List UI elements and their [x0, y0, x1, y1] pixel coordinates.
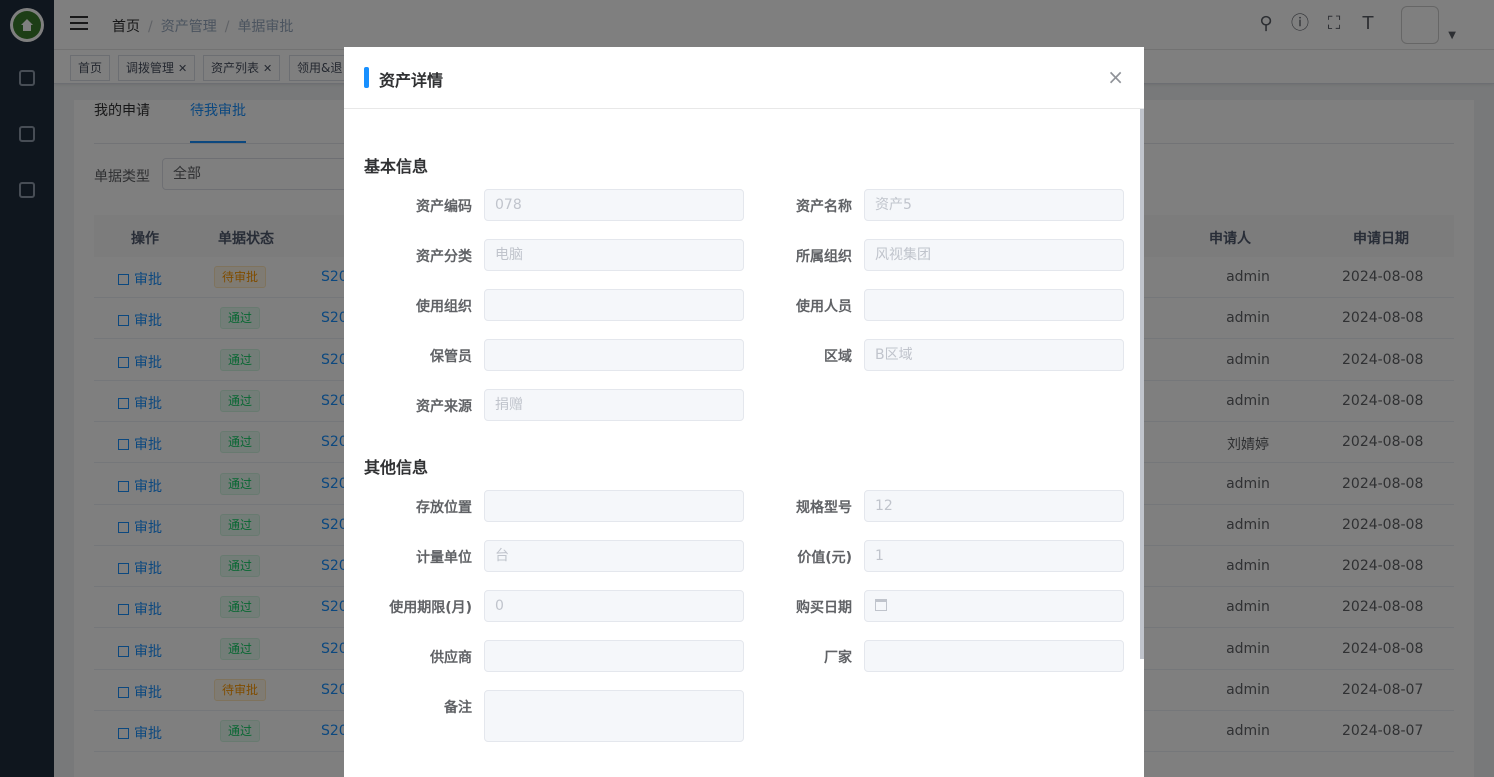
calendar-icon: [875, 599, 887, 611]
manufacturer-field[interactable]: [864, 640, 1124, 672]
location-field[interactable]: [484, 490, 744, 522]
custodian-field[interactable]: [484, 339, 744, 371]
asset-code-field[interactable]: 078: [484, 189, 744, 221]
value-field[interactable]: 1: [864, 540, 1124, 572]
asset-detail-dialog: 资产详情 × 基本信息 资产编码 078 资产名称 资产5 资产分类 电脑 所属…: [344, 47, 1144, 777]
use-org-field[interactable]: [484, 289, 744, 321]
region-field[interactable]: B区域: [864, 339, 1124, 371]
basic-info-heading: 基本信息: [364, 157, 429, 176]
remark-textarea[interactable]: [484, 690, 744, 742]
spec-field[interactable]: 12: [864, 490, 1124, 522]
other-info-heading: 其他信息: [364, 458, 429, 477]
unit-field[interactable]: 台: [484, 540, 744, 572]
dialog-scrollbar[interactable]: [1140, 109, 1144, 659]
source-field[interactable]: 捐赠: [484, 389, 744, 421]
close-icon[interactable]: ×: [1107, 65, 1124, 89]
asset-name-field[interactable]: 资产5: [864, 189, 1124, 221]
user-field[interactable]: [864, 289, 1124, 321]
period-field[interactable]: 0: [484, 590, 744, 622]
owner-org-field[interactable]: 风视集团: [864, 239, 1124, 271]
purchase-date-field[interactable]: [864, 590, 1124, 622]
supplier-field[interactable]: [484, 640, 744, 672]
asset-category-field[interactable]: 电脑: [484, 239, 744, 271]
dialog-title: 资产详情: [379, 71, 444, 90]
